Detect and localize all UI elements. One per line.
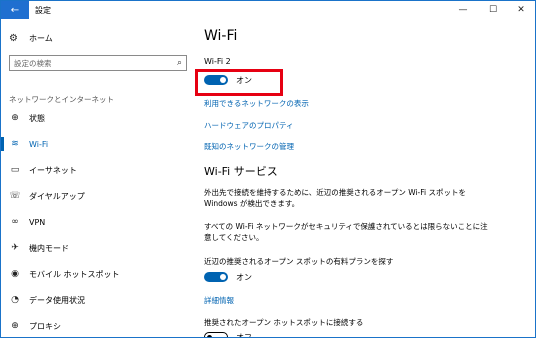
toggle-knob bbox=[220, 274, 226, 280]
search-box: ⌕ bbox=[9, 55, 187, 71]
sidebar-item-label: データ使用状況 bbox=[29, 295, 85, 305]
close-button[interactable]: ✕ bbox=[507, 1, 535, 19]
wifi-sense-security-note: すべての Wi-Fi ネットワークがセキュリティで保護されているとは限らないこと… bbox=[204, 222, 488, 242]
home-label: ホーム bbox=[29, 33, 53, 43]
minimize-icon: — bbox=[458, 5, 468, 15]
connect-hotspots-toggle-row: オフ bbox=[204, 331, 252, 337]
wifi-adapter-label: Wi-Fi 2 bbox=[204, 57, 231, 66]
sidebar-item-label: ダイヤルアップ bbox=[29, 191, 85, 201]
connect-hotspots-toggle-state: オフ bbox=[236, 332, 252, 338]
details-link[interactable]: 詳細情報 bbox=[204, 295, 234, 306]
proxy-icon: ⊕ bbox=[11, 321, 19, 331]
connect-hotspots-toggle[interactable] bbox=[204, 332, 228, 337]
sidebar: ⚙ ホーム ⌕ ネットワークとインターネット ⊕ 状態 ≋ Wi-Fi ▭ イー… bbox=[1, 19, 197, 337]
hotspot-icon: ◉ bbox=[11, 269, 19, 279]
toggle-knob bbox=[207, 334, 212, 337]
globe-icon: ⊕ bbox=[11, 113, 19, 123]
available-networks-link[interactable]: 利用できるネットワークの表示 bbox=[204, 98, 309, 109]
paid-plans-label: 近辺の推奨されるオープン スポットの有料プランを探す bbox=[204, 257, 394, 266]
sidebar-item-wifi[interactable]: ≋ Wi-Fi bbox=[1, 131, 197, 157]
vpn-icon: ∞ bbox=[11, 217, 19, 227]
sidebar-item-label: 機内モード bbox=[29, 243, 69, 253]
minimize-button[interactable]: — bbox=[449, 1, 477, 19]
sidebar-item-label: VPN bbox=[29, 217, 46, 227]
sidebar-item-ethernet[interactable]: ▭ イーサネット bbox=[1, 157, 197, 183]
paid-plans-toggle[interactable] bbox=[204, 272, 228, 282]
settings-window: ← 設定 — ☐ ✕ ⚙ ホーム ⌕ ネットワークとインターネット ⊕ 状態 ≋… bbox=[0, 0, 536, 338]
airplane-icon: ✈ bbox=[11, 243, 19, 253]
wifi-icon: ≋ bbox=[11, 139, 19, 149]
search-input[interactable] bbox=[14, 58, 164, 68]
sidebar-item-label: 状態 bbox=[29, 113, 45, 123]
ethernet-icon: ▭ bbox=[10, 165, 20, 175]
sidebar-item-label: Wi-Fi bbox=[29, 139, 49, 149]
sidebar-item-mobile-hotspot[interactable]: ◉ モバイル ホットスポット bbox=[1, 261, 197, 287]
paid-plans-toggle-state: オン bbox=[236, 272, 252, 282]
page-title: Wi-Fi bbox=[204, 28, 238, 44]
sidebar-item-airplane-mode[interactable]: ✈ 機内モード bbox=[1, 235, 197, 261]
sidebar-item-data-usage[interactable]: ◔ データ使用状況 bbox=[1, 287, 197, 313]
sidebar-item-vpn[interactable]: ∞ VPN bbox=[1, 209, 197, 235]
back-arrow-icon: ← bbox=[10, 4, 20, 16]
wifi-sense-title: Wi-Fi サービス bbox=[204, 165, 278, 178]
sidebar-item-status[interactable]: ⊕ 状態 bbox=[1, 105, 197, 131]
maximize-icon: ☐ bbox=[488, 5, 498, 15]
sidebar-item-proxy[interactable]: ⊕ プロキシ bbox=[1, 313, 197, 338]
section-label: ネットワークとインターネット bbox=[9, 95, 114, 104]
wifi-sense-description: 外出先で接続を維持するために、近辺の推奨されるオープン Wi-Fi スポットを … bbox=[204, 188, 466, 208]
title-bar: ← 設定 — ☐ ✕ bbox=[1, 1, 535, 19]
back-button[interactable]: ← bbox=[1, 1, 29, 19]
sidebar-item-label: モバイル ホットスポット bbox=[29, 269, 120, 279]
sidebar-item-label: イーサネット bbox=[29, 165, 77, 175]
sidebar-item-dialup[interactable]: ☏ ダイヤルアップ bbox=[1, 183, 197, 209]
gear-icon: ⚙ bbox=[9, 32, 18, 44]
highlight-annotation bbox=[195, 69, 283, 96]
data-usage-icon: ◔ bbox=[11, 295, 19, 305]
sidebar-item-home[interactable]: ⚙ ホーム bbox=[9, 31, 53, 45]
close-icon: ✕ bbox=[517, 5, 525, 15]
connect-hotspots-label: 推奨されたオープン ホットスポットに接続する bbox=[204, 318, 364, 327]
main-content: Wi-Fi Wi-Fi 2 オン 利用できるネットワークの表示 ハードウェアのプ… bbox=[197, 19, 535, 337]
dialup-icon: ☏ bbox=[9, 191, 21, 201]
sidebar-item-label: プロキシ bbox=[29, 321, 61, 331]
hardware-properties-link[interactable]: ハードウェアのプロパティ bbox=[204, 120, 294, 131]
maximize-button[interactable]: ☐ bbox=[479, 1, 507, 19]
window-title: 設定 bbox=[35, 6, 51, 15]
search-icon[interactable]: ⌕ bbox=[177, 58, 182, 68]
paid-plans-toggle-row: オン bbox=[204, 271, 252, 283]
manage-known-networks-link[interactable]: 既知のネットワークの管理 bbox=[204, 141, 294, 152]
